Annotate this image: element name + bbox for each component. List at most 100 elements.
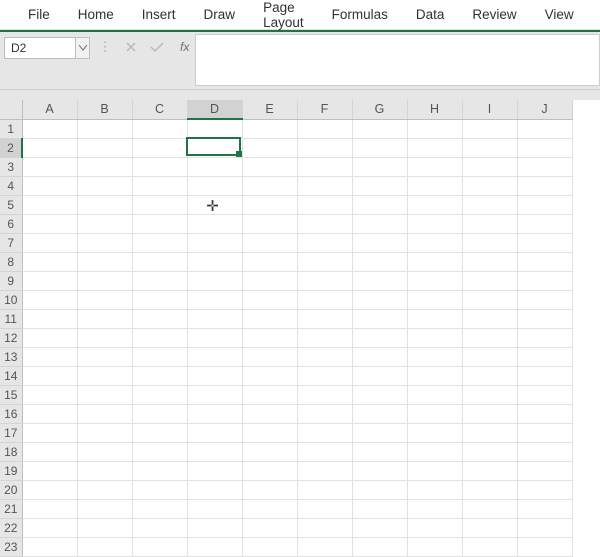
row-header-12[interactable]: 12	[0, 328, 22, 347]
cell-D3[interactable]	[187, 157, 242, 176]
cell-G8[interactable]	[352, 252, 407, 271]
formula-input[interactable]	[195, 34, 600, 86]
cell-H23[interactable]	[407, 537, 462, 556]
cell-J4[interactable]	[517, 176, 572, 195]
cell-I20[interactable]	[462, 480, 517, 499]
cell-F3[interactable]	[297, 157, 352, 176]
cell-J22[interactable]	[517, 518, 572, 537]
ribbon-tab-page-layout[interactable]: Page Layout	[249, 0, 318, 30]
cell-J1[interactable]	[517, 119, 572, 138]
cell-H12[interactable]	[407, 328, 462, 347]
cell-D7[interactable]	[187, 233, 242, 252]
cell-F17[interactable]	[297, 423, 352, 442]
cell-B2[interactable]	[77, 138, 132, 157]
cell-H20[interactable]	[407, 480, 462, 499]
cell-D12[interactable]	[187, 328, 242, 347]
cell-C7[interactable]	[132, 233, 187, 252]
cell-F4[interactable]	[297, 176, 352, 195]
cell-H17[interactable]	[407, 423, 462, 442]
cell-C20[interactable]	[132, 480, 187, 499]
cell-H10[interactable]	[407, 290, 462, 309]
cell-H19[interactable]	[407, 461, 462, 480]
cell-B1[interactable]	[77, 119, 132, 138]
cell-D9[interactable]	[187, 271, 242, 290]
cell-H21[interactable]	[407, 499, 462, 518]
cell-B8[interactable]	[77, 252, 132, 271]
cell-G10[interactable]	[352, 290, 407, 309]
cell-G19[interactable]	[352, 461, 407, 480]
cell-C6[interactable]	[132, 214, 187, 233]
cell-A15[interactable]	[22, 385, 77, 404]
cell-J19[interactable]	[517, 461, 572, 480]
cell-I12[interactable]	[462, 328, 517, 347]
col-header-A[interactable]: A	[22, 100, 77, 119]
cell-G14[interactable]	[352, 366, 407, 385]
cell-G13[interactable]	[352, 347, 407, 366]
cell-B21[interactable]	[77, 499, 132, 518]
cell-E11[interactable]	[242, 309, 297, 328]
cell-H6[interactable]	[407, 214, 462, 233]
cell-I2[interactable]	[462, 138, 517, 157]
row-header-16[interactable]: 16	[0, 404, 22, 423]
formula-more-icon[interactable]: ⋮	[96, 38, 114, 56]
cell-F22[interactable]	[297, 518, 352, 537]
cell-H13[interactable]	[407, 347, 462, 366]
cell-A23[interactable]	[22, 537, 77, 556]
cell-J17[interactable]	[517, 423, 572, 442]
cell-I10[interactable]	[462, 290, 517, 309]
cell-B20[interactable]	[77, 480, 132, 499]
cell-D5[interactable]	[187, 195, 242, 214]
cell-A6[interactable]	[22, 214, 77, 233]
cell-D23[interactable]	[187, 537, 242, 556]
cell-D8[interactable]	[187, 252, 242, 271]
cell-D6[interactable]	[187, 214, 242, 233]
cell-E22[interactable]	[242, 518, 297, 537]
cell-A12[interactable]	[22, 328, 77, 347]
cell-E15[interactable]	[242, 385, 297, 404]
cell-H15[interactable]	[407, 385, 462, 404]
spreadsheet-grid[interactable]: ABCDEFGHIJ123456789101112131415161718192…	[0, 100, 600, 557]
row-header-8[interactable]: 8	[0, 252, 22, 271]
row-header-22[interactable]: 22	[0, 518, 22, 537]
cell-E14[interactable]	[242, 366, 297, 385]
cell-D20[interactable]	[187, 480, 242, 499]
col-header-H[interactable]: H	[407, 100, 462, 119]
cell-D4[interactable]	[187, 176, 242, 195]
row-header-2[interactable]: 2	[0, 138, 22, 157]
cell-H5[interactable]	[407, 195, 462, 214]
cell-C4[interactable]	[132, 176, 187, 195]
cell-G16[interactable]	[352, 404, 407, 423]
cell-D21[interactable]	[187, 499, 242, 518]
ribbon-tab-review[interactable]: Review	[458, 0, 530, 30]
cell-C23[interactable]	[132, 537, 187, 556]
cell-C11[interactable]	[132, 309, 187, 328]
cell-C5[interactable]	[132, 195, 187, 214]
cell-B14[interactable]	[77, 366, 132, 385]
row-header-21[interactable]: 21	[0, 499, 22, 518]
row-header-5[interactable]: 5	[0, 195, 22, 214]
cell-B15[interactable]	[77, 385, 132, 404]
cell-H22[interactable]	[407, 518, 462, 537]
row-header-10[interactable]: 10	[0, 290, 22, 309]
ribbon-tab-draw[interactable]: Draw	[190, 0, 250, 30]
cell-C13[interactable]	[132, 347, 187, 366]
cell-E10[interactable]	[242, 290, 297, 309]
cell-C21[interactable]	[132, 499, 187, 518]
cell-G18[interactable]	[352, 442, 407, 461]
cell-C2[interactable]	[132, 138, 187, 157]
cell-H18[interactable]	[407, 442, 462, 461]
cell-I13[interactable]	[462, 347, 517, 366]
cell-H3[interactable]	[407, 157, 462, 176]
cell-G20[interactable]	[352, 480, 407, 499]
cell-D15[interactable]	[187, 385, 242, 404]
cell-E6[interactable]	[242, 214, 297, 233]
cell-D10[interactable]	[187, 290, 242, 309]
col-header-G[interactable]: G	[352, 100, 407, 119]
cell-F16[interactable]	[297, 404, 352, 423]
cell-F23[interactable]	[297, 537, 352, 556]
row-header-6[interactable]: 6	[0, 214, 22, 233]
cancel-formula-icon[interactable]	[122, 38, 140, 56]
cell-G15[interactable]	[352, 385, 407, 404]
cell-H11[interactable]	[407, 309, 462, 328]
cell-A4[interactable]	[22, 176, 77, 195]
